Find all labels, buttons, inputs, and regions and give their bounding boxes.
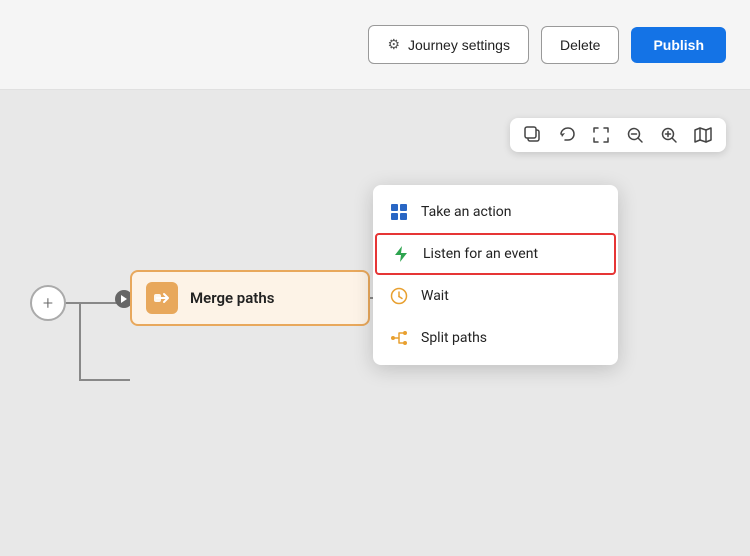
- start-label: +: [43, 293, 53, 314]
- clock-icon: [389, 286, 409, 306]
- gear-icon: ⚙: [387, 36, 400, 53]
- split-paths-label: Split paths: [421, 330, 487, 346]
- journey-settings-button[interactable]: ⚙ Journey settings: [368, 25, 529, 64]
- map-icon[interactable]: [694, 126, 712, 144]
- action-icon: [389, 202, 409, 222]
- journey-settings-label: Journey settings: [408, 37, 510, 53]
- undo-icon[interactable]: [558, 126, 576, 144]
- zoom-in-icon[interactable]: [660, 126, 678, 144]
- merge-paths-label: Merge paths: [190, 289, 274, 307]
- listen-event-label: Listen for an event: [423, 246, 538, 262]
- start-node[interactable]: +: [30, 285, 66, 321]
- fit-icon[interactable]: [592, 126, 610, 144]
- merge-paths-icon: [146, 282, 178, 314]
- delete-button[interactable]: Delete: [541, 26, 619, 64]
- dropdown-item-wait[interactable]: Wait: [373, 275, 618, 317]
- merge-paths-node[interactable]: Merge paths: [130, 270, 370, 326]
- publish-button[interactable]: Publish: [631, 27, 726, 63]
- header: ⚙ Journey settings Delete Publish: [0, 0, 750, 90]
- publish-label: Publish: [653, 37, 704, 53]
- wait-label: Wait: [421, 288, 449, 304]
- lightning-icon: [391, 244, 411, 264]
- dropdown-menu: Take an action Listen for an event Wait: [373, 185, 618, 365]
- dropdown-item-take-action[interactable]: Take an action: [373, 191, 618, 233]
- dropdown-item-split-paths[interactable]: Split paths: [373, 317, 618, 359]
- zoom-out-icon[interactable]: [626, 126, 644, 144]
- delete-label: Delete: [560, 37, 600, 53]
- split-icon: [389, 328, 409, 348]
- copy-icon[interactable]: [524, 126, 542, 144]
- dropdown-item-listen-event[interactable]: Listen for an event: [375, 233, 616, 275]
- canvas: + Merge paths +: [0, 90, 750, 556]
- toolbar: [510, 118, 726, 152]
- take-action-label: Take an action: [421, 204, 512, 220]
